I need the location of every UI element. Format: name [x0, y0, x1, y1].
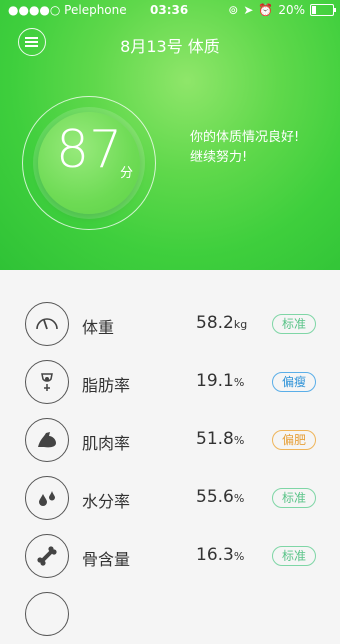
- lock-rotation-icon: ⊚: [228, 3, 239, 17]
- carrier-label: ●●●●○ Pelephone: [8, 3, 127, 17]
- metric-value: 16.3%: [196, 545, 245, 565]
- score-value: 87: [56, 120, 123, 180]
- battery-icon: [310, 4, 336, 16]
- metric-icon-partial: [25, 592, 69, 636]
- metric-label: 体重: [82, 318, 115, 337]
- water-drops-icon: [25, 476, 69, 520]
- scale-gauge-icon: [25, 302, 69, 346]
- metric-row-fat[interactable]: 脂肪率 19.1% 偏瘦: [0, 354, 340, 412]
- metric-label: 脂肪率: [82, 376, 131, 395]
- score-header: ●●●●○ Pelephone 03:36 ⊚ ➤ ⏰ 20% 8月13号 体质…: [0, 0, 340, 270]
- alarm-icon: ⏰: [258, 3, 274, 17]
- metric-row-water[interactable]: 水分率 55.6% 标准: [0, 470, 340, 528]
- location-icon: ➤: [243, 3, 254, 17]
- metric-row-muscle[interactable]: 肌肉率 51.8% 偏肥: [0, 412, 340, 470]
- status-badge: 标准: [272, 314, 316, 334]
- metric-value: 55.6%: [196, 487, 245, 507]
- status-right: ⊚ ➤ ⏰ 20%: [228, 3, 336, 17]
- status-badge: 标准: [272, 546, 316, 566]
- fat-drop-icon: [25, 360, 69, 404]
- score-message-line2: 继续努力!: [190, 150, 248, 165]
- metric-value: 58.2kg: [196, 313, 248, 333]
- score-message: 你的体质情况良好! 继续努力!: [190, 128, 330, 168]
- metric-row-partial: [0, 586, 340, 644]
- score-message-line1: 你的体质情况良好!: [190, 130, 300, 145]
- score-unit: 分: [120, 166, 134, 181]
- clock: 03:36: [150, 3, 189, 17]
- status-badge: 偏瘦: [272, 372, 316, 392]
- metric-label: 肌肉率: [82, 434, 131, 453]
- metric-row-bone[interactable]: 骨含量 16.3% 标准: [0, 528, 340, 586]
- muscle-arm-icon: [25, 418, 69, 462]
- metric-value: 19.1%: [196, 371, 245, 391]
- status-badge: 偏肥: [272, 430, 316, 450]
- battery-percent: 20%: [278, 3, 305, 17]
- status-bar: ●●●●○ Pelephone 03:36 ⊚ ➤ ⏰ 20%: [0, 0, 340, 20]
- metric-label: 骨含量: [82, 550, 131, 569]
- status-badge: 标准: [272, 488, 316, 508]
- page-title: 8月13号 体质: [120, 37, 220, 56]
- metric-value: 51.8%: [196, 429, 245, 449]
- metric-row-weight[interactable]: 体重 58.2kg 标准: [0, 296, 340, 354]
- metric-label: 水分率: [82, 492, 131, 511]
- bone-icon: [25, 534, 69, 578]
